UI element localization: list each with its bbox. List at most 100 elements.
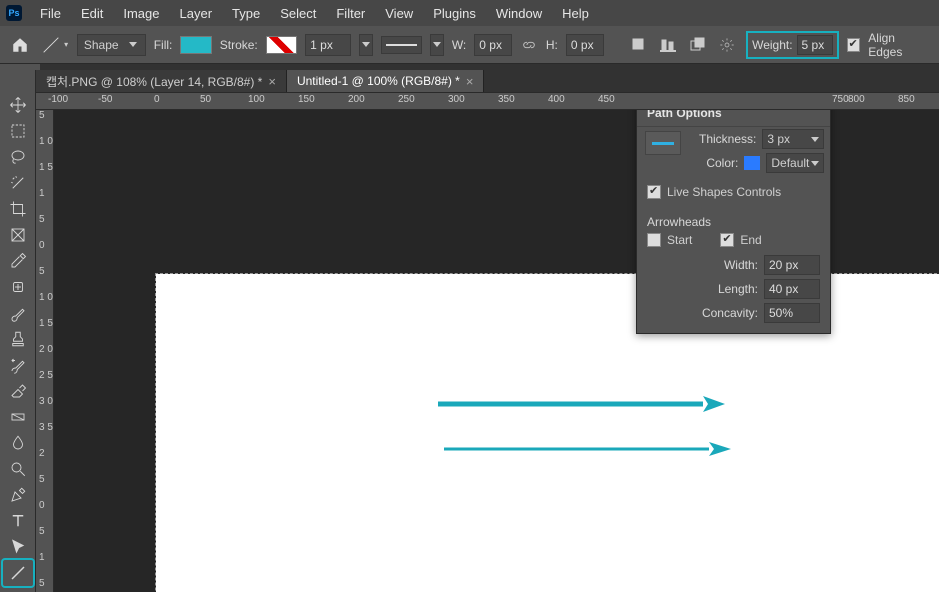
ruler-tick: 1 0 bbox=[39, 292, 53, 303]
width-label: W: bbox=[452, 38, 466, 52]
workspace: 캡처.PNG @ 108% (Layer 14, RGB/8#) * × Unt… bbox=[0, 64, 939, 592]
brush-tool[interactable] bbox=[3, 300, 33, 326]
weight-input[interactable] bbox=[797, 35, 833, 55]
ruler-tick: 750 bbox=[832, 94, 849, 105]
color-select[interactable]: Default bbox=[766, 153, 824, 173]
ruler-tick: 1 0 bbox=[39, 136, 53, 147]
shape-mode-select[interactable]: Shape bbox=[77, 34, 146, 56]
path-select-tool[interactable] bbox=[3, 534, 33, 560]
menu-help[interactable]: Help bbox=[554, 3, 597, 24]
frame-tool[interactable] bbox=[3, 222, 33, 248]
app-logo-icon: Ps bbox=[6, 5, 22, 21]
menu-window[interactable]: Window bbox=[488, 3, 550, 24]
canvas-area[interactable]: Path Options Thickness: 3 px Color: bbox=[54, 110, 939, 592]
menu-filter[interactable]: Filter bbox=[328, 3, 373, 24]
fill-swatch[interactable] bbox=[180, 36, 211, 54]
ruler-tick: 1 5 bbox=[39, 318, 53, 329]
concavity-input[interactable] bbox=[764, 303, 820, 323]
color-value: Default bbox=[771, 156, 809, 170]
stamp-tool[interactable] bbox=[3, 326, 33, 352]
ruler-tick: 150 bbox=[298, 94, 315, 105]
ruler-vertical[interactable]: 5 1 0 1 5 1 5 0 5 1 0 1 5 2 0 2 5 3 0 3 … bbox=[36, 110, 54, 592]
height-input[interactable] bbox=[566, 34, 604, 56]
document-tabs: 캡처.PNG @ 108% (Layer 14, RGB/8#) * × Unt… bbox=[36, 70, 939, 92]
chevron-down-icon bbox=[129, 42, 137, 47]
healing-tool[interactable] bbox=[3, 274, 33, 300]
eraser-tool[interactable] bbox=[3, 378, 33, 404]
menu-image[interactable]: Image bbox=[115, 3, 167, 24]
arrange-button[interactable] bbox=[687, 34, 709, 56]
tool-preset-line[interactable]: ▾ bbox=[40, 34, 69, 56]
type-tool[interactable] bbox=[3, 508, 33, 534]
menu-view[interactable]: View bbox=[377, 3, 421, 24]
color-swatch bbox=[744, 156, 760, 170]
document-tab[interactable]: 캡처.PNG @ 108% (Layer 14, RGB/8#) * × bbox=[36, 70, 287, 92]
link-wh-button[interactable] bbox=[520, 36, 538, 54]
ruler-tick: 50 bbox=[200, 94, 211, 105]
lasso-tool[interactable] bbox=[3, 144, 33, 170]
ruler-tick: 100 bbox=[248, 94, 265, 105]
menu-plugins[interactable]: Plugins bbox=[425, 3, 484, 24]
marquee-tool[interactable] bbox=[3, 118, 33, 144]
arrow-shape[interactable] bbox=[438, 394, 728, 414]
thickness-value: 3 px bbox=[767, 132, 790, 146]
eyedropper-tool[interactable] bbox=[3, 248, 33, 274]
menu-layer[interactable]: Layer bbox=[172, 3, 221, 24]
options-gear-button[interactable] bbox=[717, 34, 739, 56]
panel-title: Path Options bbox=[637, 110, 830, 127]
ruler-tick: 2 bbox=[39, 448, 45, 459]
line-shape-tool[interactable] bbox=[3, 560, 33, 586]
align-edges-label: Align Edges bbox=[868, 31, 931, 59]
ruler-tick: 800 bbox=[848, 94, 865, 105]
stroke-width-dropdown[interactable] bbox=[359, 34, 373, 56]
thickness-select[interactable]: 3 px bbox=[762, 129, 824, 149]
path-ops-button[interactable] bbox=[628, 34, 650, 56]
ruler-tick: 3 5 bbox=[39, 422, 53, 433]
close-icon[interactable]: × bbox=[466, 74, 474, 89]
ruler-tick: 250 bbox=[398, 94, 415, 105]
align-edges-checkbox[interactable] bbox=[847, 38, 861, 52]
stroke-style-select[interactable] bbox=[381, 36, 422, 54]
ruler-tick: 1 bbox=[39, 552, 45, 563]
home-button[interactable] bbox=[8, 33, 32, 57]
stroke-label: Stroke: bbox=[220, 38, 258, 52]
arrow-length-input[interactable] bbox=[764, 279, 820, 299]
ruler-tick: 350 bbox=[498, 94, 515, 105]
ruler-tick: 850 bbox=[898, 94, 915, 105]
width-input[interactable] bbox=[474, 34, 512, 56]
magic-wand-tool[interactable] bbox=[3, 170, 33, 196]
stroke-style-dropdown[interactable] bbox=[430, 34, 444, 56]
ruler-tick: 1 bbox=[39, 188, 45, 199]
menu-type[interactable]: Type bbox=[224, 3, 268, 24]
pathops-icon bbox=[631, 37, 647, 53]
document-tab-label: 캡처.PNG @ 108% (Layer 14, RGB/8#) * bbox=[46, 73, 262, 90]
ruler-tick: 0 bbox=[39, 240, 45, 251]
ruler-horizontal[interactable]: -100 -50 0 50 100 150 200 250 300 350 40… bbox=[36, 92, 939, 110]
ruler-tick: 5 bbox=[39, 110, 45, 121]
history-brush-tool[interactable] bbox=[3, 352, 33, 378]
close-icon[interactable]: × bbox=[268, 74, 276, 89]
stroke-swatch[interactable] bbox=[266, 36, 297, 54]
arrow-start-label: Start bbox=[667, 233, 692, 247]
dodge-tool[interactable] bbox=[3, 456, 33, 482]
stroke-width-input[interactable] bbox=[305, 34, 351, 56]
ruler-tick: 300 bbox=[448, 94, 465, 105]
arrow-shape[interactable] bbox=[444, 441, 734, 457]
arrow-width-input[interactable] bbox=[764, 255, 820, 275]
live-shapes-checkbox[interactable] bbox=[647, 185, 661, 199]
move-tool[interactable] bbox=[3, 92, 33, 118]
crop-tool[interactable] bbox=[3, 196, 33, 222]
arrow-start-checkbox[interactable] bbox=[647, 233, 661, 247]
pen-tool[interactable] bbox=[3, 482, 33, 508]
align-button[interactable] bbox=[657, 34, 679, 56]
ruler-tick: 400 bbox=[548, 94, 565, 105]
chevron-down-icon bbox=[811, 161, 819, 166]
menu-file[interactable]: File bbox=[32, 3, 69, 24]
arrow-end-checkbox[interactable] bbox=[720, 233, 734, 247]
fill-label: Fill: bbox=[154, 38, 173, 52]
gradient-tool[interactable] bbox=[3, 404, 33, 430]
document-tab[interactable]: Untitled-1 @ 100% (RGB/8#) * × bbox=[287, 70, 485, 92]
menu-select[interactable]: Select bbox=[272, 3, 324, 24]
menu-edit[interactable]: Edit bbox=[73, 3, 111, 24]
blur-tool[interactable] bbox=[3, 430, 33, 456]
